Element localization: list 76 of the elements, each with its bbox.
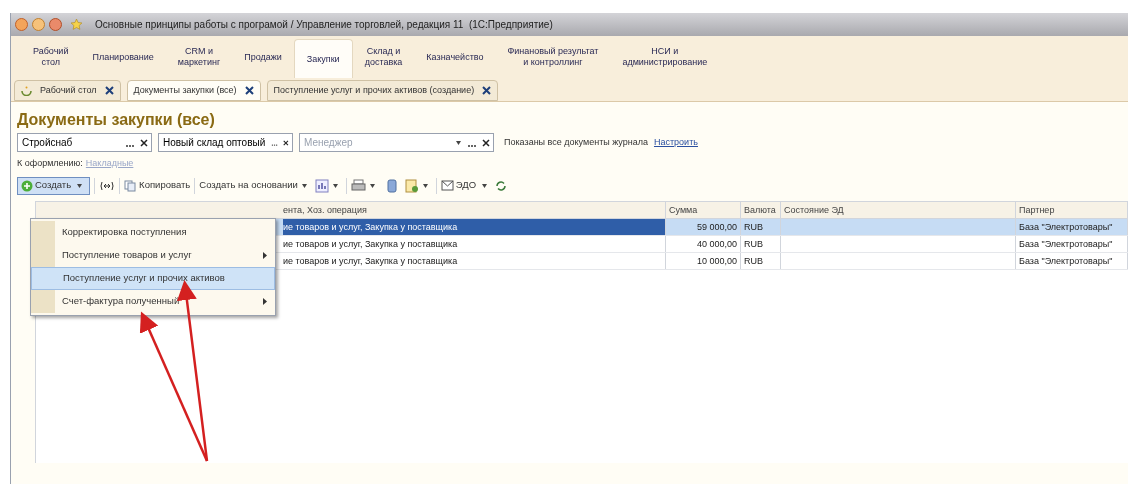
document-icon[interactable] [404, 178, 419, 193]
clear-icon[interactable] [283, 138, 289, 147]
table-cell-text: ие товаров и услуг, Закупка у поставщика [283, 237, 459, 251]
caret-icon [77, 183, 83, 188]
create-based-button[interactable]: Создать на основании [199, 178, 311, 193]
copy-icon [124, 179, 137, 192]
menu-item[interactable]: Счет-фактура полученный [31, 290, 275, 313]
tab-label: Документы закупки (все) [133, 83, 237, 97]
section-tab[interactable]: Планирование [80, 36, 166, 78]
report-icon[interactable] [314, 178, 329, 193]
database-icon[interactable] [386, 178, 397, 193]
close-icon[interactable] [244, 86, 254, 95]
form-title: Документы закупки (все) [17, 110, 216, 130]
filter-value: Стройснаб [21, 136, 74, 150]
copy-button[interactable]: Копировать [124, 178, 191, 193]
column-header[interactable]: Партнер [1016, 201, 1128, 218]
link-icon[interactable] [99, 180, 116, 191]
document-tab[interactable]: Поступление услуг и прочих активов (создание) [266, 80, 499, 101]
table-cell-text: 40 000,00 [695, 237, 737, 251]
section-tab[interactable]: CRM и маркетинг [165, 36, 233, 78]
document-tab[interactable]: Документы закупки (все) [126, 80, 261, 101]
caret-icon [369, 183, 375, 188]
filter-field[interactable]: Менеджер [299, 133, 494, 152]
section-tab[interactable]: Продажи [232, 36, 294, 78]
plus-icon [21, 179, 33, 192]
create-button[interactable]: Создать [17, 176, 91, 195]
table-cell-text: RUB [744, 220, 764, 234]
caret-icon [301, 183, 307, 188]
window-title: Основные принципы работы с програмой / Управление торговлей, редакция 11 (1С:Предприятие) [95, 18, 553, 32]
journal-note: Показаны все документы журнала [504, 135, 648, 149]
menu-item-label: Поступление услуг и прочих активов [62, 271, 226, 286]
table-cell-text: RUB [744, 254, 764, 268]
table-cell-text: База "Электротовары" [1019, 220, 1114, 234]
caret-icon [332, 183, 338, 188]
filter-value: Новый склад оптовый [162, 136, 267, 150]
section-tab[interactable]: Рабочий стол [21, 36, 81, 78]
submenu-arrow-icon [263, 252, 267, 259]
caret-icon [482, 183, 488, 188]
filter-input: Менеджер [300, 135, 452, 150]
table-cell-text: ие товаров и услуг, Закупка у поставщика [283, 254, 459, 268]
caret-icon [422, 183, 428, 188]
table-cell-text: RUB [744, 237, 764, 251]
refresh-icon[interactable] [495, 179, 508, 192]
close-icon[interactable] [482, 86, 492, 95]
section-tab[interactable]: Казначейство [414, 36, 496, 78]
menu-item-label: Счет-фактура полученный [61, 294, 181, 309]
filter-field[interactable]: Стройснаб [17, 133, 152, 152]
settings-link[interactable]: Настроить [654, 135, 698, 150]
table-cell-text: База "Электротовары" [1019, 254, 1114, 268]
envelope-icon [440, 180, 454, 191]
section-tab[interactable]: НСИ и администрирование [610, 36, 720, 78]
star-icon[interactable] [70, 18, 83, 31]
table-cell-text: 59 000,00 [695, 220, 737, 234]
column-header[interactable]: ента, Хоз. операция [36, 201, 666, 218]
close-icon[interactable] [104, 86, 114, 95]
pending-label: К оформлению: [17, 157, 83, 170]
column-header[interactable]: Состояние ЭД [781, 201, 1016, 218]
tab-label: Поступление услуг и прочих активов (создание) [273, 83, 475, 97]
printer-icon[interactable] [350, 179, 366, 192]
edo-button[interactable]: ЭДО [440, 178, 492, 193]
column-header[interactable]: Валюта [741, 201, 781, 218]
section-tab[interactable]: Закупки [293, 39, 353, 78]
tab-label: Рабочий стол [40, 83, 97, 97]
smiley-icon [21, 85, 32, 96]
document-tab[interactable]: Рабочий стол [14, 80, 121, 101]
filter-field[interactable]: Новый склад оптовый [158, 133, 293, 152]
table-cell-text: 10 000,00 [695, 254, 737, 268]
section-tab[interactable]: Финановый результат и контроллинг [495, 36, 611, 78]
caret-icon [456, 140, 461, 145]
section-tab[interactable]: Склад и доставка [352, 36, 415, 78]
table-cell-text: База "Электротовары" [1019, 237, 1114, 251]
clear-icon[interactable] [140, 138, 148, 147]
column-header[interactable]: Сумма [666, 201, 741, 218]
submenu-arrow-icon [263, 298, 267, 305]
menu-item[interactable]: Поступление услуг и прочих активов [31, 267, 275, 290]
clear-icon[interactable] [482, 138, 490, 147]
